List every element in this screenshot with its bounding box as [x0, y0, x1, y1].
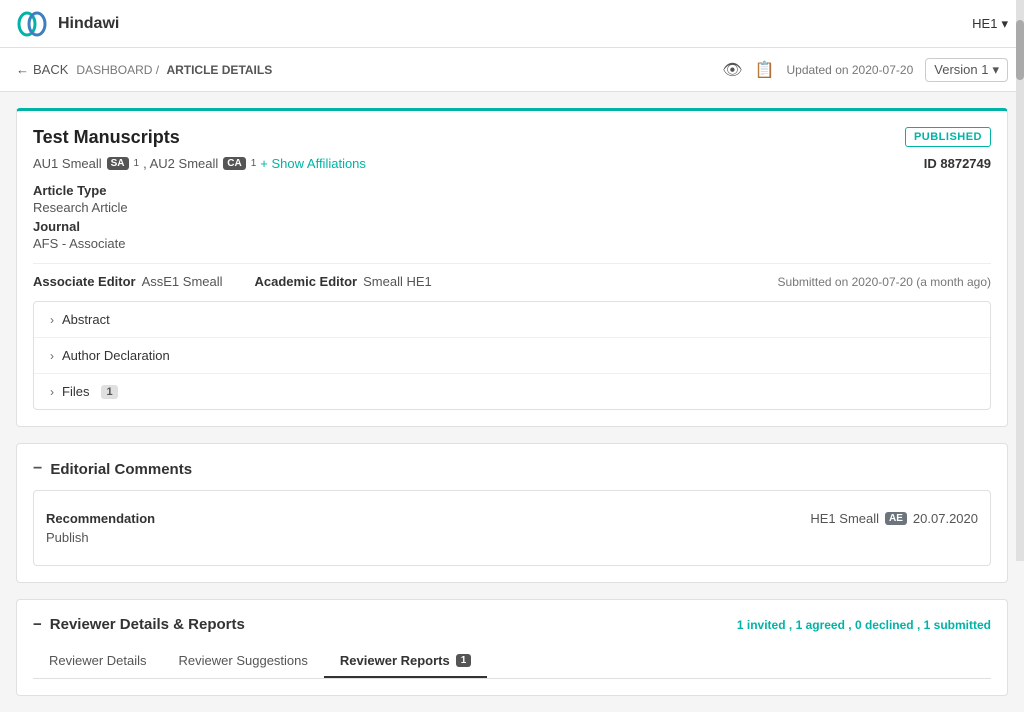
submitted-info: Submitted on 2020-07-20 (a month ago)	[778, 275, 991, 289]
calendar-icon[interactable]: 📋	[755, 60, 775, 80]
academic-editor-value: Smeall HE1	[363, 274, 432, 289]
reviewer-tabs: Reviewer Details Reviewer Suggestions Re…	[33, 645, 991, 679]
tab-reviewer-reports-label: Reviewer Reports	[340, 653, 450, 668]
tab-reviewer-suggestions[interactable]: Reviewer Suggestions	[163, 645, 324, 678]
app-title: Hindawi	[58, 15, 119, 33]
authors-row: AU1 Smeall SA 1 , AU2 Smeall CA 1 + Show…	[33, 156, 991, 171]
files-count-badge: 1	[101, 385, 117, 399]
article-card: Test Manuscripts PUBLISHED AU1 Smeall SA…	[16, 108, 1008, 427]
stat-agreed: 1 agreed	[796, 618, 845, 632]
version-selector[interactable]: Version 1 ▾	[925, 58, 1008, 82]
article-type-label: Article Type	[33, 183, 128, 198]
files-chevron-icon: ›	[50, 385, 54, 399]
academic-editor-label: Academic Editor	[255, 274, 358, 289]
editorial-comments-card: − Editorial Comments Recommendation Publ…	[16, 443, 1008, 583]
reviewer-header: − Reviewer Details & Reports 1 invited ,…	[33, 616, 991, 633]
reviewer-collapse-icon[interactable]: −	[33, 616, 42, 633]
associate-editor-item: Associate Editor AssE1 Smeall	[33, 274, 223, 289]
recommendation-label: Recommendation	[46, 511, 155, 526]
back-label: BACK	[33, 62, 68, 77]
recommendation-meta: HE1 Smeall AE 20.07.2020	[810, 511, 978, 526]
updated-label: Updated on 2020-07-20	[786, 63, 913, 77]
abstract-section[interactable]: › Abstract	[34, 302, 990, 338]
journal-value: AFS - Associate	[33, 236, 125, 251]
navbar-right: 👁 📋 Updated on 2020-07-20 Version 1 ▾	[722, 58, 1008, 82]
breadcrumb: DASHBOARD / ARTICLE DETAILS	[76, 63, 272, 77]
author2-sup: 1	[251, 158, 257, 169]
navbar-left: ← BACK DASHBOARD / ARTICLE DETAILS	[16, 62, 272, 77]
header-user[interactable]: HE1 ▾	[972, 16, 1008, 32]
user-name: HE1	[972, 16, 997, 31]
version-chevron-icon: ▾	[992, 62, 999, 78]
author-declaration-label: Author Declaration	[62, 348, 170, 363]
files-label: Files	[62, 384, 89, 399]
eye-icon[interactable]: 👁	[722, 60, 742, 80]
user-chevron-icon: ▾	[1001, 16, 1008, 32]
recommendation-date: 20.07.2020	[913, 511, 978, 526]
main-content: Test Manuscripts PUBLISHED AU1 Smeall SA…	[0, 92, 1024, 712]
editor-name: HE1 Smeall	[810, 511, 879, 526]
author1-sup: 1	[134, 158, 140, 169]
scrollbar[interactable]	[1016, 0, 1024, 561]
author1-sa-badge: SA	[107, 157, 129, 170]
abstract-chevron-icon: ›	[50, 313, 54, 327]
article-id: ID 8872749	[924, 156, 991, 171]
reviewer-header-left: − Reviewer Details & Reports	[33, 616, 245, 633]
stat-invited: 1 invited	[737, 618, 786, 632]
app-header: Hindawi HE1 ▾	[0, 0, 1024, 48]
article-title: Test Manuscripts	[33, 127, 180, 148]
author2-ca-badge: CA	[223, 157, 245, 170]
associate-editor-label: Associate Editor	[33, 274, 136, 289]
tab-reviewer-details[interactable]: Reviewer Details	[33, 645, 163, 678]
recommendation-row: Recommendation Publish HE1 Smeall AE 20.…	[46, 503, 978, 553]
journal-item: Journal AFS - Associate	[33, 219, 125, 251]
status-badge: PUBLISHED	[905, 127, 991, 147]
recommendation-value: Publish	[46, 530, 155, 545]
editors-row: Associate Editor AssE1 Smeall Academic E…	[33, 263, 991, 289]
article-type-item: Article Type Research Article	[33, 183, 128, 215]
scrollbar-thumb[interactable]	[1016, 20, 1024, 80]
stat-declined: 0 declined	[855, 618, 914, 632]
stat-submitted: 1 submitted	[924, 618, 991, 632]
files-section[interactable]: › Files 1	[34, 374, 990, 409]
header-left: Hindawi	[16, 8, 119, 40]
version-label: Version 1	[934, 62, 988, 77]
tab-reviewer-reports-badge: 1	[456, 654, 472, 667]
tab-reviewer-reports[interactable]: Reviewer Reports 1	[324, 645, 487, 678]
author1-name: AU1 Smeall	[33, 156, 102, 171]
author-declaration-section[interactable]: › Author Declaration	[34, 338, 990, 374]
author2-prefix: , AU2 Smeall	[143, 156, 218, 171]
ae-badge: AE	[885, 512, 907, 525]
author-declaration-chevron-icon: ›	[50, 349, 54, 363]
hindawi-logo	[16, 8, 48, 40]
editorial-comments-title: Editorial Comments	[50, 461, 192, 478]
article-type-value: Research Article	[33, 200, 128, 215]
editorial-comments-collapse-icon[interactable]: −	[33, 460, 42, 478]
abstract-label: Abstract	[62, 312, 110, 327]
tab-reviewer-details-label: Reviewer Details	[49, 653, 147, 668]
collapsible-sections: › Abstract › Author Declaration › Files …	[33, 301, 991, 410]
meta-row: Article Type Research Article	[33, 183, 991, 215]
editorial-comments-header: − Editorial Comments	[33, 460, 991, 478]
academic-editor-item: Academic Editor Smeall HE1	[255, 274, 432, 289]
back-arrow-icon: ←	[16, 62, 29, 77]
reviewer-stats: 1 invited , 1 agreed , 0 declined , 1 su…	[737, 618, 991, 632]
article-card-header: Test Manuscripts PUBLISHED	[33, 127, 991, 148]
journal-label: Journal	[33, 219, 125, 234]
reviewer-title: Reviewer Details & Reports	[50, 616, 245, 633]
back-button[interactable]: ← BACK	[16, 62, 68, 77]
show-affiliations-link[interactable]: + Show Affiliations	[260, 156, 366, 171]
breadcrumb-dashboard[interactable]: DASHBOARD /	[76, 63, 159, 77]
navbar: ← BACK DASHBOARD / ARTICLE DETAILS 👁 📋 U…	[0, 48, 1024, 92]
journal-row: Journal AFS - Associate	[33, 219, 991, 251]
reviewer-section: − Reviewer Details & Reports 1 invited ,…	[16, 599, 1008, 696]
recommendation-left: Recommendation Publish	[46, 511, 155, 545]
breadcrumb-current: ARTICLE DETAILS	[166, 63, 272, 77]
tab-reviewer-suggestions-label: Reviewer Suggestions	[179, 653, 308, 668]
associate-editor-value: AssE1 Smeall	[142, 274, 223, 289]
